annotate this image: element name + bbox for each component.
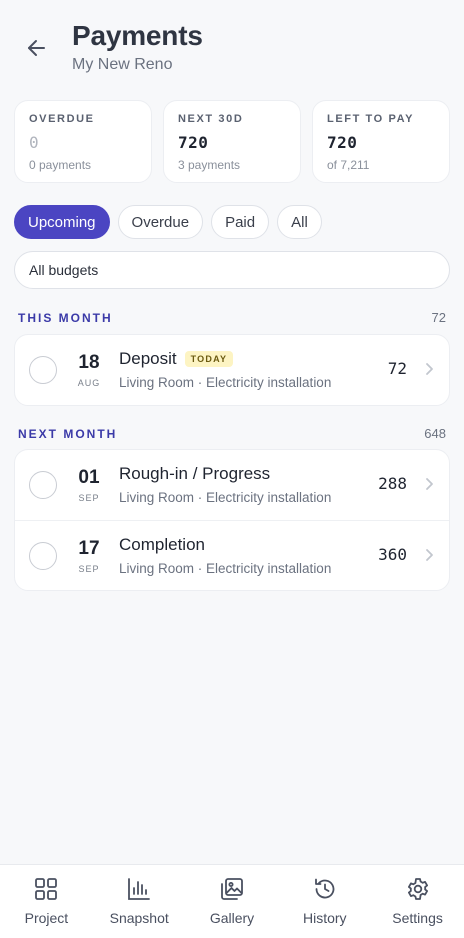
- payment-title: Completion: [119, 535, 205, 554]
- date-month: SEP: [78, 493, 100, 503]
- project-name: My New Reno: [72, 56, 173, 73]
- section-total: 648: [424, 426, 446, 441]
- payment-row[interactable]: 18 AUG Deposit TODAY Living Room · Elect…: [15, 335, 449, 405]
- tab-label: Gallery: [209, 910, 255, 926]
- tab-label: Snapshot: [109, 910, 169, 926]
- grid-icon: [35, 878, 58, 900]
- summary-stats: OVERDUE 0 0 payments NEXT 30D 720 3 paym…: [14, 100, 450, 183]
- stat-card-overdue[interactable]: OVERDUE 0 0 payments: [14, 100, 152, 183]
- stat-sub: 0 payments: [29, 158, 92, 172]
- stat-value: 720: [178, 133, 209, 152]
- chevron-right-icon: [426, 478, 433, 490]
- payment-group-this-month: 18 AUG Deposit TODAY Living Room · Elect…: [14, 334, 450, 406]
- payment-date: 01 SEP: [71, 467, 107, 503]
- section-header-this-month: THIS MONTH 72: [18, 310, 446, 325]
- today-badge: TODAY: [184, 351, 234, 367]
- payment-info: Deposit TODAY Living Room · Electricity …: [119, 349, 331, 390]
- filter-chip-upcoming[interactable]: Upcoming: [14, 205, 110, 239]
- bar-chart-icon: [128, 878, 151, 900]
- gallery-icon: [221, 878, 243, 900]
- gear-icon: [407, 878, 428, 900]
- filter-chip-paid[interactable]: Paid: [211, 205, 270, 239]
- stat-label: OVERDUE: [29, 113, 95, 125]
- payment-info: Rough-in / Progress Living Room · Electr…: [119, 464, 331, 505]
- header: Payments My New Reno: [0, 0, 464, 90]
- status-filter-chips: Upcoming Overdue Paid All: [14, 205, 322, 239]
- date-day: 17: [78, 538, 100, 559]
- date-month: SEP: [78, 564, 100, 574]
- back-button[interactable]: [22, 34, 50, 62]
- section-title: THIS MONTH: [18, 310, 113, 325]
- payment-group-next-month: 01 SEP Rough-in / Progress Living Room ·…: [14, 449, 450, 591]
- chevron-right-icon: [426, 363, 433, 375]
- payment-date: 18 AUG: [71, 352, 107, 388]
- section-title: NEXT MONTH: [18, 426, 118, 441]
- stat-value: 720: [327, 133, 358, 152]
- stat-sub: of 7,211: [327, 158, 370, 172]
- tab-gallery[interactable]: Gallery: [186, 865, 279, 938]
- stat-card-left-to-pay[interactable]: LEFT TO PAY 720 of 7,211: [312, 100, 450, 183]
- mark-paid-checkbox[interactable]: [29, 542, 57, 570]
- tab-history[interactable]: History: [278, 865, 371, 938]
- payment-meta: Living Room · Electricity installation: [119, 375, 332, 390]
- date-month: AUG: [77, 378, 101, 388]
- payment-amount: 360: [378, 545, 407, 564]
- payment-amount: 72: [387, 359, 407, 378]
- tab-label: Settings: [392, 910, 443, 926]
- section-total: 72: [431, 310, 446, 325]
- tab-label: History: [303, 910, 347, 926]
- arrow-left-icon: [28, 40, 45, 56]
- payment-title: Rough-in / Progress: [119, 464, 271, 483]
- payment-title: Deposit: [119, 349, 177, 368]
- tab-project[interactable]: Project: [0, 865, 93, 938]
- chevron-right-icon: [426, 549, 433, 561]
- mark-paid-checkbox[interactable]: [29, 356, 57, 384]
- payment-meta: Living Room · Electricity installation: [119, 561, 332, 576]
- payment-info: Completion Living Room · Electricity ins…: [119, 535, 331, 576]
- tab-settings[interactable]: Settings: [371, 865, 464, 938]
- section-header-next-month: NEXT MONTH 648: [18, 426, 446, 441]
- stat-card-next-30d[interactable]: NEXT 30D 720 3 payments: [163, 100, 301, 183]
- stat-label: LEFT TO PAY: [327, 113, 415, 125]
- stat-value: 0: [29, 133, 40, 152]
- date-day: 01: [78, 467, 100, 488]
- date-day: 18: [78, 352, 100, 373]
- payment-meta: Living Room · Electricity installation: [119, 490, 332, 505]
- mark-paid-checkbox[interactable]: [29, 471, 57, 499]
- filter-chip-overdue[interactable]: Overdue: [117, 205, 204, 239]
- payment-date: 17 SEP: [71, 538, 107, 574]
- history-icon: [314, 878, 335, 899]
- filter-chip-all[interactable]: All: [277, 205, 322, 239]
- payment-row[interactable]: 01 SEP Rough-in / Progress Living Room ·…: [15, 450, 449, 520]
- tab-snapshot[interactable]: Snapshot: [93, 865, 186, 938]
- stat-label: NEXT 30D: [178, 113, 244, 125]
- tab-label: Project: [24, 910, 69, 926]
- page-title: Payments: [72, 20, 203, 51]
- payment-row[interactable]: 17 SEP Completion Living Room · Electric…: [15, 520, 449, 590]
- budget-filter-select[interactable]: All budgets: [14, 251, 450, 289]
- payment-amount: 288: [378, 474, 407, 493]
- stat-sub: 3 payments: [178, 158, 241, 172]
- bottom-tab-bar: Project Snapshot Gallery History Setting…: [0, 864, 464, 938]
